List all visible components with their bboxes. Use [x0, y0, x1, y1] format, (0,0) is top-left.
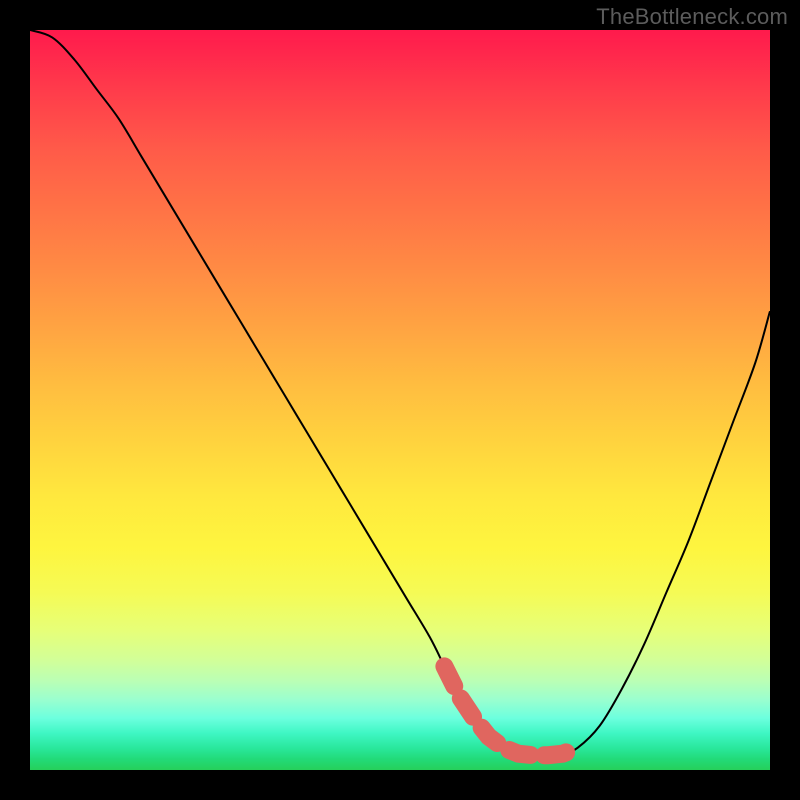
watermark-text: TheBottleneck.com — [596, 4, 788, 30]
bottleneck-chart — [30, 30, 770, 770]
chart-gradient-background — [30, 30, 770, 770]
